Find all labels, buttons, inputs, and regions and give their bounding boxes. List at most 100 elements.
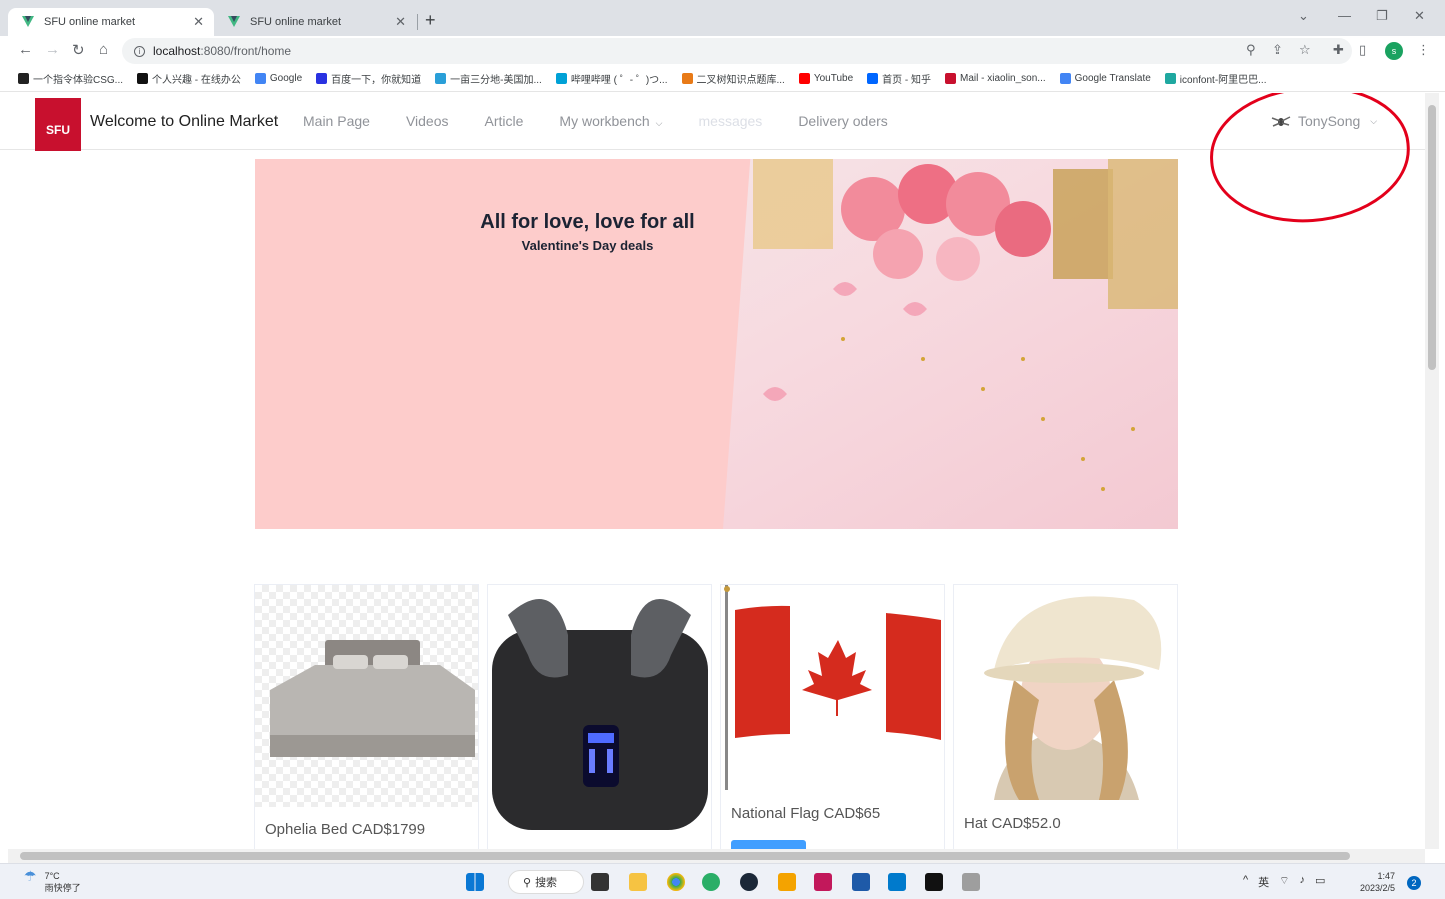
browser-menu-icon[interactable]: ⋮ (1417, 42, 1430, 58)
bookmark-item[interactable]: YouTube (798, 73, 853, 84)
clock[interactable]: 1:47 2023/2/5 (1360, 870, 1395, 894)
nav-item-label: Videos (405, 113, 449, 129)
bookmark-label: 哔哩哔哩 ( ゜- ゜)つ... (570, 75, 668, 86)
steam-icon[interactable] (740, 873, 758, 891)
bookmark-item[interactable]: 首页 - 知乎 (867, 71, 931, 86)
terminal-icon[interactable] (925, 873, 943, 891)
tab-close-icon[interactable]: ✕ (193, 14, 204, 30)
earbuds-image (488, 585, 711, 830)
app-icon[interactable] (962, 873, 980, 891)
product-caption: National Flag CAD$65 (731, 805, 881, 822)
bookmark-favicon-icon (316, 73, 328, 84)
tab-title: SFU online market (250, 16, 342, 28)
bookmark-favicon-icon (18, 73, 29, 84)
system-tray[interactable]: ^ 英 ⌔ ♪ ▭ (1243, 874, 1325, 890)
product-card[interactable]: Ophelia Bed CAD$1799 (254, 584, 479, 849)
time: 1:47 (1377, 871, 1396, 881)
weather-widget[interactable]: ☂ 7°C 雨快停了 (24, 868, 81, 894)
windows-start-icon[interactable] (466, 873, 484, 891)
intellij-icon[interactable] (814, 873, 832, 891)
forward-icon[interactable]: → (45, 41, 60, 58)
bookmark-label: Google (269, 73, 303, 84)
datagrip-icon[interactable] (852, 873, 870, 891)
bookmark-item[interactable]: 哔哩哔哩 ( ゜- ゜)つ... (555, 71, 668, 86)
profile-avatar[interactable]: s (1385, 42, 1403, 60)
taskbar-search[interactable]: ⚲ 搜索 (508, 870, 584, 894)
nav-item-article[interactable]: Article (467, 93, 542, 150)
annotation-red-circle (1205, 93, 1415, 229)
promo-banner[interactable]: All for love, love for all Valentine's D… (255, 159, 1178, 529)
scroll-thumb[interactable] (1428, 105, 1436, 370)
bookmark-label: 二叉树知识点题库... (696, 75, 785, 86)
side-panel-icon[interactable]: ▯ (1359, 42, 1366, 58)
new-tab-button[interactable]: + (425, 10, 436, 31)
bookmark-item[interactable]: iconfont-阿里巴巴... (1164, 71, 1267, 86)
banner-title: All for love, love for all (480, 211, 695, 233)
url-host: localhost (153, 44, 201, 58)
product-card[interactable]: Hat CAD$52.0 (953, 584, 1178, 849)
nav-item-delivery-oders[interactable]: Delivery oders (780, 93, 905, 150)
restore-icon[interactable]: ❐ (1376, 8, 1388, 24)
tab-search-icon[interactable]: ⌄ (1298, 8, 1309, 24)
nav-item-label: My workbench (559, 113, 650, 129)
input-method-indicator[interactable]: 英 (1258, 874, 1269, 890)
knit-hat-image (954, 585, 1177, 807)
share-icon[interactable]: ⇪ (1272, 42, 1283, 58)
product-card[interactable] (487, 584, 712, 849)
bookmark-label: iconfont-阿里巴巴... (1179, 75, 1267, 86)
bookmark-item[interactable]: 一亩三分地-美国加... (435, 71, 542, 86)
reload-icon[interactable]: ↻ (72, 41, 85, 59)
browser-tab[interactable]: SFU online market ✕ (214, 8, 416, 36)
tab-title: SFU online market (44, 16, 136, 28)
nav-item-label: Main Page (303, 113, 370, 129)
bookmark-favicon-icon (681, 73, 693, 84)
nav-item-my-workbench[interactable]: My workbench ⌵ (541, 93, 680, 150)
bookmark-item[interactable]: Google (254, 73, 303, 84)
bookmark-item[interactable]: 百度一下，你就知道 (316, 71, 421, 86)
scroll-thumb[interactable] (20, 852, 1350, 860)
wifi-icon[interactable]: ⌔ (1279, 874, 1289, 890)
task-view-icon[interactable] (591, 873, 609, 891)
nav-item-main-page[interactable]: Main Page (285, 93, 388, 150)
office-icon[interactable] (778, 873, 796, 891)
web-page: SFU Welcome to Online Market Main Page Vi… (0, 93, 1425, 849)
site-header: SFU Welcome to Online Market Main Page Vi… (0, 93, 1425, 229)
nav-item-messages: messages (681, 93, 781, 150)
bookmark-favicon-icon (1059, 73, 1071, 84)
horizontal-scrollbar[interactable] (8, 849, 1425, 863)
product-action-button[interactable] (731, 840, 806, 849)
volume-icon[interactable]: ♪ (1300, 874, 1306, 890)
minimize-icon[interactable]: — (1338, 8, 1351, 23)
sfu-logo[interactable]: SFU (35, 98, 81, 151)
product-caption: Ophelia Bed CAD$1799 (265, 821, 426, 838)
notification-badge[interactable]: 2 (1407, 876, 1421, 890)
extensions-icon[interactable]: ✚ (1333, 42, 1344, 58)
zoom-icon[interactable]: ⚲ (1246, 42, 1256, 58)
tab-close-icon[interactable]: ✕ (395, 14, 406, 30)
bookmark-item[interactable]: 二叉树知识点题库... (681, 71, 785, 86)
nav-item-videos[interactable]: Videos (388, 93, 467, 150)
address-bar[interactable]: i localhost:8080/front/home (122, 38, 1352, 64)
product-card[interactable]: National Flag CAD$65 (720, 584, 945, 849)
home-icon[interactable]: ⌂ (99, 41, 108, 58)
wechat-icon[interactable] (702, 873, 720, 891)
site-info-icon[interactable]: i (134, 45, 145, 57)
roses-illustration (753, 159, 1178, 491)
window-close-icon[interactable]: ✕ (1414, 8, 1425, 24)
bookmark-item[interactable]: 一个指令体验CSG... (18, 71, 123, 86)
back-icon[interactable]: ← (18, 41, 33, 58)
browser-tab-active[interactable]: SFU online market ✕ (8, 8, 214, 36)
bookmark-item[interactable]: Mail - xiaolin_son... (945, 73, 1046, 84)
battery-icon[interactable]: ▭ (1315, 874, 1325, 890)
bookmark-item[interactable]: 个人兴趣 - 在线办公 (137, 71, 241, 86)
weather-rain-icon: ☂ (24, 868, 37, 884)
chrome-icon[interactable] (667, 873, 685, 891)
bookmark-item[interactable]: Google Translate (1059, 73, 1151, 84)
tray-overflow-icon[interactable]: ^ (1243, 874, 1248, 890)
file-explorer-icon[interactable] (629, 873, 647, 891)
vertical-scrollbar[interactable] (1425, 93, 1439, 849)
bookmark-label: 百度一下，你就知道 (331, 75, 422, 86)
chevron-down-icon: ⌵ (655, 118, 663, 128)
vscode-icon[interactable] (888, 873, 906, 891)
bookmark-star-icon[interactable]: ☆ (1299, 42, 1311, 58)
